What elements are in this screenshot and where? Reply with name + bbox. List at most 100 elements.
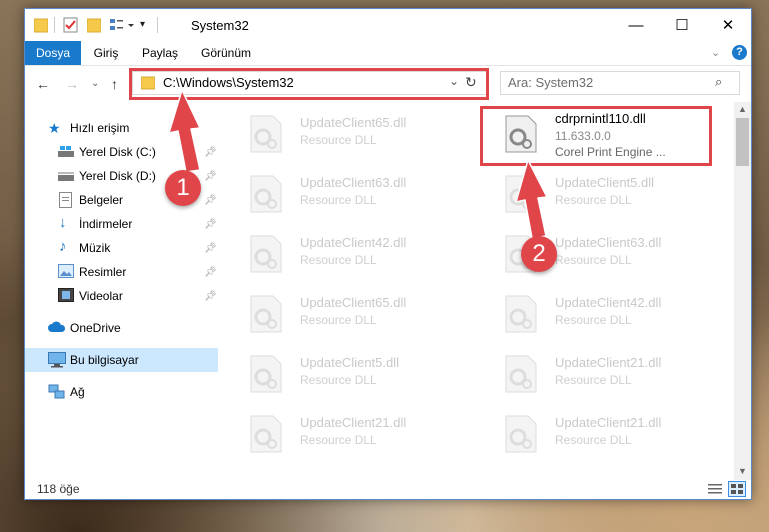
dll-file-icon [249, 415, 283, 453]
file-tile[interactable]: UpdateClient21.dll Resource DLL [482, 347, 702, 403]
sidebar-item-label: OneDrive [70, 321, 121, 335]
documents-icon [59, 192, 75, 208]
sidebar-item-music[interactable]: ♪ Müzik 📌︎ [25, 236, 218, 260]
sidebar-item-quick-access[interactable]: ★ Hızlı erişim [25, 116, 218, 140]
annotation-badge-1: 1 [165, 170, 201, 206]
dll-file-icon [504, 355, 538, 393]
file-name: UpdateClient42.dll [300, 235, 407, 250]
status-bar: 118 öğe [25, 480, 751, 499]
file-tile[interactable]: UpdateClient5.dll Resource DLL [227, 347, 447, 403]
back-arrow-icon[interactable]: ← [36, 76, 50, 92]
sidebar-item-label: Ağ [70, 385, 85, 399]
network-icon [48, 384, 65, 400]
details-view-icon[interactable] [708, 483, 722, 498]
sidebar-item-network[interactable]: Ağ [25, 380, 218, 404]
qa-dropdown-icon[interactable]: ▾ [140, 19, 145, 35]
dll-file-icon [249, 175, 283, 213]
scrollbar-thumb[interactable] [736, 118, 749, 166]
maximize-button[interactable]: ☐ [659, 9, 705, 41]
cloud-icon [48, 321, 66, 337]
window-title: System32 [191, 18, 249, 33]
file-description: Resource DLL [300, 253, 377, 267]
properties-icon[interactable] [63, 17, 79, 33]
close-button[interactable]: ✕ [705, 9, 751, 41]
file-description: Resource DLL [300, 193, 377, 207]
file-tile[interactable]: UpdateClient63.dll Resource DLL [227, 167, 447, 223]
pin-icon[interactable]: 📌︎ [204, 243, 217, 254]
file-tile[interactable]: UpdateClient21.dll Resource DLL [482, 407, 702, 463]
file-name: UpdateClient65.dll [300, 295, 407, 310]
search-icon[interactable]: ⌕ [715, 74, 722, 90]
file-tile[interactable]: UpdateClient42.dll Resource DLL [227, 227, 447, 283]
dll-file-icon [504, 415, 538, 453]
sidebar-item-videos[interactable]: Videolar 📌︎ [25, 284, 218, 308]
search-input[interactable]: Ara: System32 ⌕ [500, 71, 740, 95]
file-name: UpdateClient63.dll [555, 235, 662, 250]
separator [54, 17, 55, 33]
pictures-icon [58, 264, 74, 280]
file-name: UpdateClient5.dll [555, 175, 655, 190]
computer-icon [48, 352, 66, 368]
title-bar: ▾ System32 — ☐ ✕ [25, 9, 751, 41]
pin-icon[interactable]: 📌︎ [204, 291, 217, 302]
dll-file-icon [504, 295, 538, 333]
pin-icon[interactable]: 📌︎ [204, 267, 217, 278]
file-description: Resource DLL [300, 373, 377, 387]
file-tile[interactable]: UpdateClient63.dll Resource DLL [482, 227, 702, 283]
sidebar-item-label: Hızlı erişim [70, 121, 130, 135]
dll-file-icon [249, 355, 283, 393]
search-placeholder: Ara: System32 [508, 75, 594, 90]
separator [157, 17, 158, 33]
pin-icon[interactable]: 📌︎ [204, 171, 217, 182]
file-name: UpdateClient42.dll [555, 295, 662, 310]
pin-icon[interactable]: 📌︎ [204, 195, 217, 206]
help-icon[interactable]: ? [732, 45, 747, 60]
sidebar-item-label: Videolar [79, 289, 123, 303]
star-icon: ★ [48, 120, 61, 136]
sidebar-item-downloads[interactable]: ↓ İndirmeler 📌︎ [25, 212, 218, 236]
annotation-badge-2: 2 [521, 236, 557, 272]
sidebar-item-label: Belgeler [79, 193, 124, 207]
dll-file-icon [504, 175, 538, 213]
sidebar-item-label: Resimler [79, 265, 127, 279]
new-folder-icon[interactable] [86, 17, 102, 33]
tab-file[interactable]: Dosya [25, 41, 81, 65]
file-description: Resource DLL [300, 313, 377, 327]
sidebar-item-local-disk-c[interactable]: Yerel Disk (C:) 📌︎ [25, 140, 218, 164]
sidebar-item-onedrive[interactable]: OneDrive [25, 316, 218, 340]
dll-file-icon [249, 235, 283, 273]
tab-home[interactable]: Giriş [83, 41, 129, 65]
file-name: UpdateClient21.dll [300, 415, 407, 430]
pin-icon[interactable]: 📌︎ [204, 147, 217, 158]
scroll-down-icon[interactable]: ▼ [738, 466, 747, 476]
pin-icon[interactable]: 📌︎ [204, 219, 217, 230]
videos-icon [58, 288, 74, 304]
tab-share[interactable]: Paylaş [135, 41, 185, 65]
recent-dropdown-icon[interactable]: ⌄ [91, 78, 99, 89]
sidebar-item-this-pc[interactable]: Bu bilgisayar [25, 348, 218, 372]
vertical-scrollbar[interactable]: ▲ ▼ [734, 102, 751, 480]
file-tile[interactable]: UpdateClient65.dll Resource DLL [227, 287, 447, 343]
tab-view[interactable]: Görünüm [193, 41, 259, 65]
file-tile[interactable]: UpdateClient42.dll Resource DLL [482, 287, 702, 343]
sidebar-item-label: Bu bilgisayar [70, 353, 139, 367]
sidebar-item-label: Yerel Disk (C:) [79, 145, 156, 159]
tiles-view-icon[interactable] [728, 481, 746, 497]
file-tile[interactable]: UpdateClient5.dll Resource DLL [482, 167, 702, 223]
forward-arrow-icon[interactable]: → [65, 76, 79, 92]
scroll-up-icon[interactable]: ▲ [738, 104, 747, 114]
folder-icon[interactable] [33, 17, 49, 33]
minimize-button[interactable]: — [613, 9, 659, 41]
view-icon[interactable] [109, 17, 135, 33]
drive-icon [58, 170, 74, 186]
up-arrow-icon[interactable]: ↑ [111, 76, 118, 92]
chevron-down-icon[interactable]: ⌄ [711, 46, 720, 59]
item-count: 118 öğe [37, 482, 80, 496]
sidebar-item-pictures[interactable]: Resimler 📌︎ [25, 260, 218, 284]
file-tile[interactable]: UpdateClient65.dll Resource DLL [227, 107, 447, 163]
address-highlight-box [129, 68, 489, 100]
dll-file-icon [249, 295, 283, 333]
file-tile[interactable]: UpdateClient21.dll Resource DLL [227, 407, 447, 463]
file-description: Resource DLL [300, 433, 377, 447]
file-highlight-box [480, 106, 712, 166]
